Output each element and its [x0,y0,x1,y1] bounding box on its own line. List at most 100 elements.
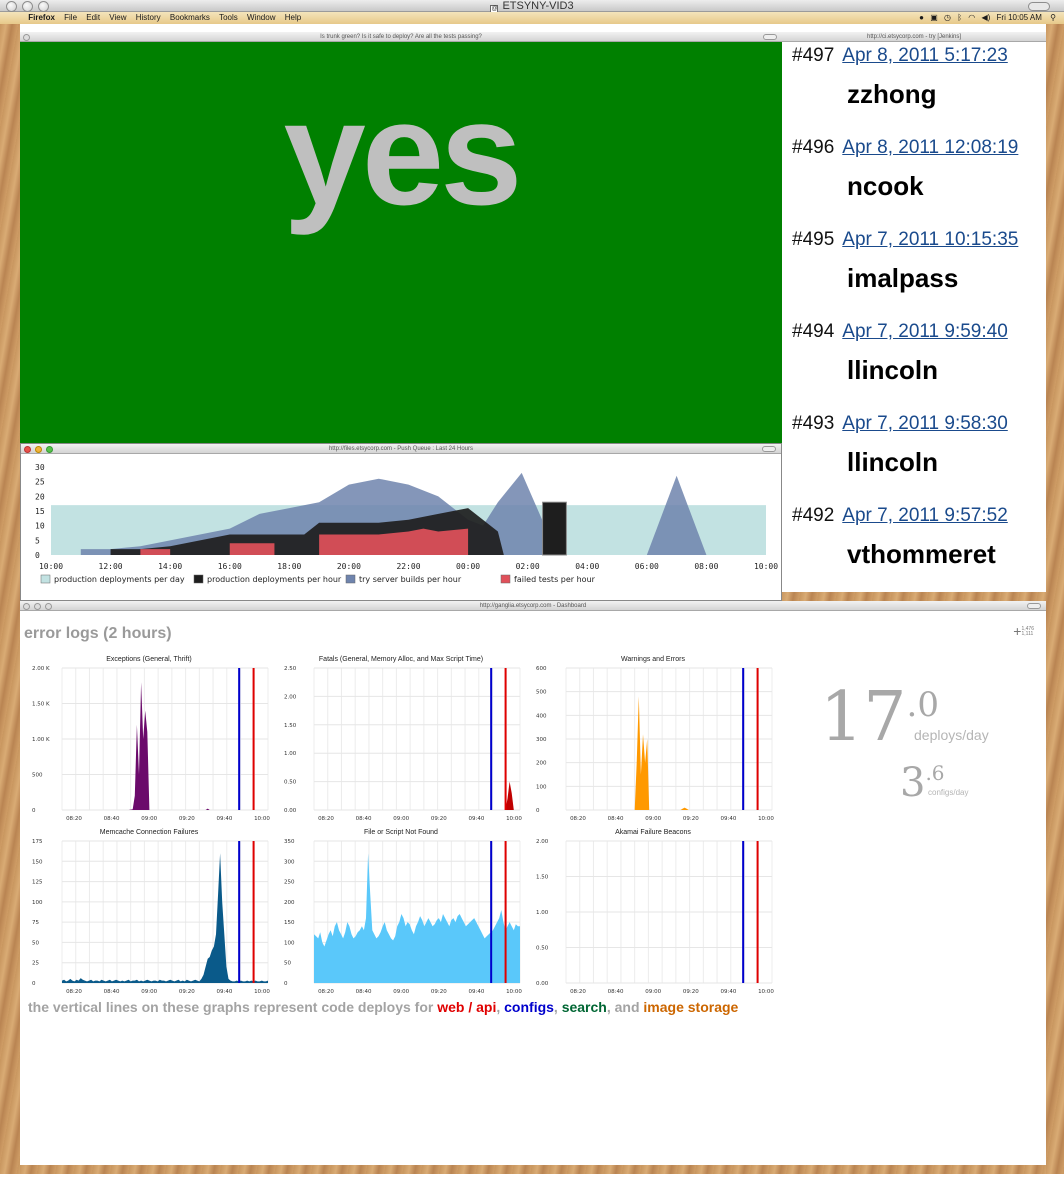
x-tick-label: 09:40 [720,989,736,995]
bluetooth-icon[interactable]: ᛒ [957,13,962,22]
y-tick-label: 100 [32,900,43,906]
trunk-status-panel: yes [20,42,782,443]
configs-per-day-stat: 3.6 configs/day [900,761,968,805]
y-tick-label: 15 [35,507,45,516]
y-tick-label: 0 [35,551,40,560]
dashboard-zoom-button[interactable] [45,603,52,610]
y-tick-label: 250 [284,880,295,886]
legend-swatch [345,574,356,584]
x-tick-label: 08:20 [66,816,82,822]
error-series-area [62,682,268,810]
graph-title: Fatals (General, Memory Alloc, and Max S… [318,656,484,663]
x-tick-label: 08:40 [104,989,120,995]
status-icon[interactable]: ● [919,13,924,22]
error-series-area [314,853,520,983]
menu-item-history[interactable]: History [136,12,161,24]
x-tick-label: 08:20 [318,816,334,822]
build-date-link[interactable]: Apr 7, 2011 9:58:30 [842,413,1008,434]
legend-search: search [561,999,607,1015]
y-tick-label: 1.50 [536,875,549,881]
legend-sep: , and [606,999,644,1015]
toolbar-toggle-button[interactable] [1028,2,1050,11]
legend-label: failed tests per hour [514,575,596,584]
y-tick-label: 2.50 [284,666,297,672]
jenkins-build-item: #495 Apr 7, 2011 10:15:35 imalpass [792,228,1046,294]
cursor-readout-y: 1,111 [1021,631,1034,637]
menu-item-help[interactable]: Help [285,12,301,24]
legend-label: production deployments per hour [207,575,342,584]
desktop-background [20,1165,1046,1174]
volume-icon[interactable]: ◀︎) [981,13,990,22]
push-queue-zoom-button[interactable] [46,446,53,453]
push-queue-minimize-button[interactable] [35,446,42,453]
x-tick-label: 08:40 [356,989,372,995]
spotlight-search-icon[interactable]: ⚲ [1050,13,1056,22]
x-tick-label: 10:00 [754,562,778,571]
error-graph: File or Script Not Found 350 300 250 200 150 1… [276,829,526,999]
jenkins-build-item: #494 Apr 7, 2011 9:59:40 llincoln [792,320,1046,386]
menu-item-tools[interactable]: Tools [219,12,238,24]
display-icon[interactable]: ▣ [930,13,938,22]
build-user: llincoln [847,355,938,385]
build-date-link[interactable]: Apr 7, 2011 9:59:40 [842,321,1008,342]
y-tick-label: 0 [32,808,36,814]
build-number: #494 [792,321,835,342]
y-tick-label: 50 [284,961,291,967]
menu-clock[interactable]: Fri 10:05 AM [997,13,1042,22]
build-date-link[interactable]: Apr 7, 2011 9:57:52 [842,505,1008,526]
graph-title: Warnings and Errors [621,656,685,663]
dashboard-toolbar-toggle[interactable] [1027,603,1041,609]
x-tick-label: 08:20 [318,989,334,995]
trunk-status-answer: yes [283,71,523,236]
y-tick-label: 100 [284,940,295,946]
deploys-per-day-whole: 17 [820,678,907,757]
x-tick-label: 09:20 [683,816,699,822]
y-tick-label: 500 [536,690,547,696]
menu-item-edit[interactable]: Edit [86,12,100,24]
menu-item-file[interactable]: File [64,12,77,24]
x-tick-label: 09:00 [645,989,661,995]
deploy-lines-legend: the vertical lines on these graphs repre… [28,999,738,1015]
desktop-background [782,592,1046,601]
legend-label: production deployments per day [54,575,185,584]
legend-configs: configs [504,999,554,1015]
push-queue-close-button[interactable] [24,446,31,453]
x-tick-label: 08:00 [694,562,718,571]
menu-item-window[interactable]: Window [247,12,275,24]
x-tick-label: 10:00 [506,989,522,995]
build-date-link[interactable]: Apr 8, 2011 12:08:19 [842,137,1018,158]
time-machine-icon[interactable]: ◷ [944,13,951,22]
jenkins-window-titlebar: http://ci.etsycorp.com - try [Jenkins] [782,32,1046,42]
y-tick-label: 0 [536,808,540,814]
push-queue-toolbar-toggle[interactable] [762,446,776,452]
dashboard-close-button[interactable] [23,603,30,610]
trunk-window-title: Is trunk green? Is it safe to deploy? Ar… [320,34,482,40]
push-queue-chart: 0 5 10 15 20 25 30 10:00 12:00 14:00 16:00 18:00 20:… [35,463,778,584]
build-date-link[interactable]: Apr 8, 2011 5:17:23 [842,45,1008,66]
wifi-icon[interactable]: ◠ [968,13,975,22]
y-tick-label: 0.00 [284,808,297,814]
build-date-link[interactable]: Apr 7, 2011 10:15:35 [842,229,1018,250]
menu-app-name[interactable]: Firefox [28,12,55,24]
y-tick-label: 175 [32,839,43,845]
trunk-window-close-button[interactable] [23,34,30,41]
menu-bar: Firefox File Edit View History Bookmarks… [0,12,1064,24]
x-tick-label: 09:00 [393,816,409,822]
x-tick-label: 09:20 [431,989,447,995]
trunk-window-toolbar-toggle[interactable] [763,34,777,40]
y-tick-label: 350 [284,839,295,845]
crosshair-cursor-icon: +1,476 1,111 [1013,624,1034,638]
x-tick-label: 08:20 [570,816,586,822]
y-tick-label: 400 [536,713,547,719]
menu-item-view[interactable]: View [109,12,126,24]
dashboard-minimize-button[interactable] [34,603,41,610]
y-tick-label: 200 [284,900,295,906]
y-tick-label: 200 [536,761,547,767]
error-graph-plot: 600 500 400 300 200 100 0 08:20 08:40 09:00 09:20 0… [536,666,774,822]
error-graph-plot: 2.00 K 1.50 K 1.00 K 500 0 08:20 08:40 09:00 09:… [32,666,270,822]
menu-item-bookmarks[interactable]: Bookmarks [170,12,210,24]
build-header: #495 Apr 7, 2011 10:15:35 [792,228,1046,252]
x-tick-label: 18:00 [277,562,301,571]
x-tick-label: 10:00 [254,816,270,822]
y-tick-label: 10 [35,522,45,531]
